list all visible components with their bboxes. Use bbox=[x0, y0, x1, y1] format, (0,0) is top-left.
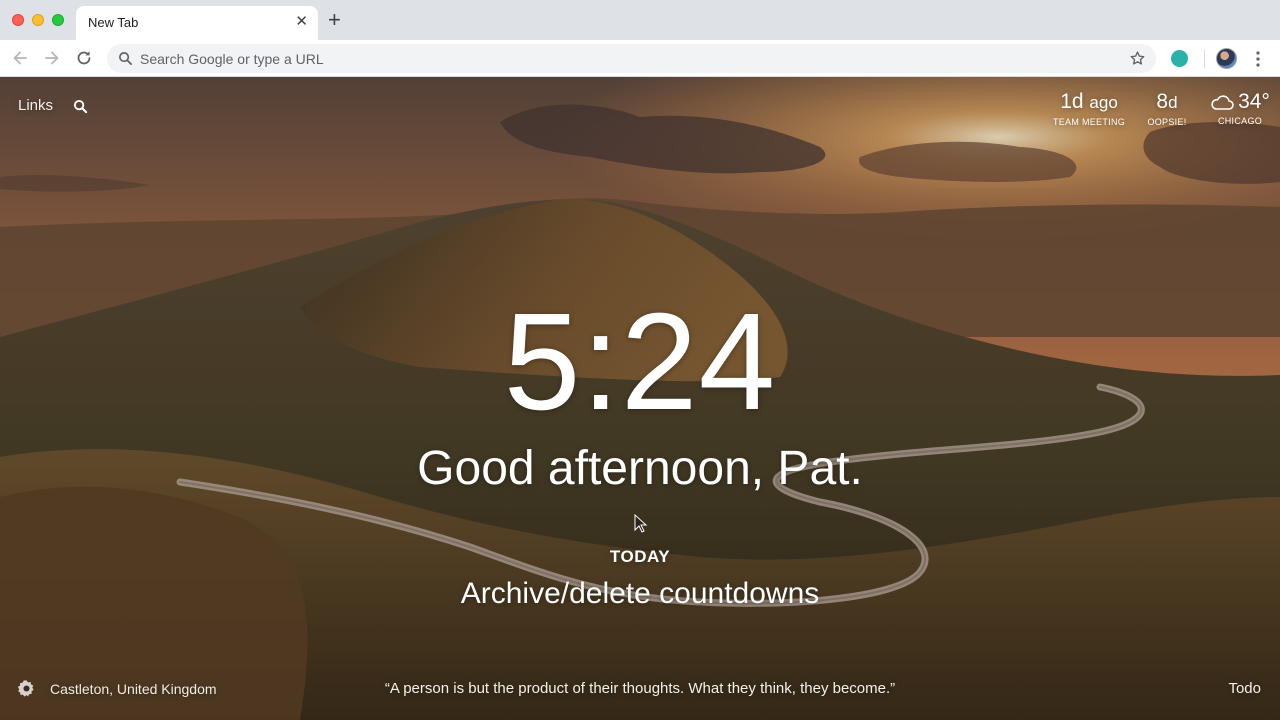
links-button[interactable]: Links bbox=[18, 97, 53, 114]
tab-new-tab[interactable]: New Tab ✕ bbox=[76, 6, 318, 40]
more-menu-icon[interactable] bbox=[1253, 50, 1263, 68]
profile-avatar[interactable] bbox=[1216, 48, 1237, 69]
back-arrow-icon[interactable] bbox=[10, 48, 30, 68]
gear-icon[interactable] bbox=[17, 679, 36, 698]
today-label: TODAY bbox=[609, 547, 671, 566]
search-icon[interactable] bbox=[73, 99, 88, 114]
photo-location[interactable]: Castleton, United Kingdom bbox=[50, 681, 217, 697]
browser-toolbar bbox=[0, 40, 1280, 77]
reload-icon[interactable] bbox=[74, 48, 94, 68]
forward-arrow-icon[interactable] bbox=[42, 48, 62, 68]
countdown-label: OOPSIE! bbox=[1147, 117, 1187, 127]
cloud-icon bbox=[1211, 95, 1234, 110]
countdown-unit: ago bbox=[1089, 93, 1118, 112]
plus-icon[interactable]: + bbox=[328, 9, 341, 31]
countdown-widget-oopsie[interactable]: 8d OOPSIE! bbox=[1137, 89, 1197, 127]
daily-focus[interactable]: Archive/delete countdowns bbox=[0, 575, 1280, 613]
countdown-widget-team-meeting[interactable]: 1d ago TEAM MEETING bbox=[1052, 89, 1126, 127]
countdown-value: 8 bbox=[1156, 90, 1169, 113]
weather-widget[interactable]: 34° CHICAGO bbox=[1196, 89, 1280, 126]
tab-strip: New Tab ✕ + bbox=[0, 0, 1280, 40]
new-tab-page: Links 1d ago TEAM MEETING 8d OOPSIE! 34°… bbox=[0, 77, 1280, 720]
todo-button[interactable]: Todo bbox=[1228, 680, 1261, 697]
address-input[interactable] bbox=[140, 44, 1100, 73]
close-icon[interactable]: ✕ bbox=[295, 13, 308, 31]
search-icon bbox=[119, 52, 132, 65]
bookmark-star-icon[interactable] bbox=[1129, 50, 1146, 67]
address-bar[interactable] bbox=[107, 44, 1156, 73]
countdown-value: 1d bbox=[1060, 90, 1084, 113]
close-window-button[interactable] bbox=[12, 14, 24, 26]
zoom-window-button[interactable] bbox=[52, 14, 64, 26]
greeting: Good afternoon, Pat. bbox=[417, 442, 863, 495]
clock: 5:24 bbox=[503, 285, 777, 439]
countdown-unit: d bbox=[1168, 93, 1178, 112]
minimize-window-button[interactable] bbox=[32, 14, 44, 26]
extension-icon[interactable] bbox=[1171, 50, 1188, 67]
countdown-label: TEAM MEETING bbox=[1052, 117, 1126, 127]
weather-temperature: 34° bbox=[1238, 90, 1270, 113]
toolbar-divider bbox=[1204, 50, 1205, 68]
weather-location: CHICAGO bbox=[1217, 116, 1263, 126]
daily-quote[interactable]: “A person is but the product of their th… bbox=[340, 680, 940, 697]
mouse-cursor-icon bbox=[634, 514, 648, 533]
tab-title: New Tab bbox=[88, 15, 139, 30]
